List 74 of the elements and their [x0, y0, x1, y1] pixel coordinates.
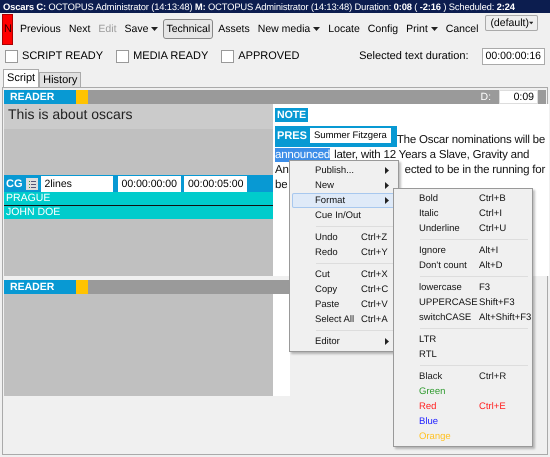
- toolbar-button[interactable]: Previous: [16, 19, 64, 39]
- status-marker: [76, 90, 88, 104]
- menu-item[interactable]: Editor: [292, 334, 396, 349]
- window-title: Oscars C: OCTOPUS Administrator (14:13:48) M: OCTOPUS Administrator (14:13:48) Duration: 0:08 ( -2:16 ) Scheduled: 2:24: [0, 0, 550, 13]
- checkbox[interactable]: [221, 50, 234, 62]
- checkbox-label: APPROVED: [238, 50, 300, 62]
- menu-item[interactable]: New: [292, 178, 396, 193]
- toolbar-button[interactable]: Locate: [325, 19, 363, 39]
- menu-item[interactable]: LTR: [396, 332, 530, 347]
- menu-item[interactable]: Blue: [396, 414, 530, 429]
- section-label: READER: [4, 280, 76, 294]
- cg-label: CG: [6, 178, 22, 190]
- status-badge: N: [2, 14, 13, 44]
- menu-item[interactable]: Publish...: [292, 163, 396, 178]
- toolbar-button[interactable]: Next: [66, 19, 94, 39]
- template-field[interactable]: 2lines: [40, 176, 112, 192]
- list-icon: [26, 178, 38, 190]
- story-text: ected to be in the running for: [404, 163, 546, 177]
- checkbox[interactable]: [116, 50, 130, 62]
- toolbar-button[interactable]: New media: [254, 19, 324, 39]
- menu-item[interactable]: Format: [292, 193, 396, 208]
- script-text: This is about oscars: [4, 104, 273, 129]
- toolbar-button[interactable]: Save: [122, 19, 162, 39]
- menu-item[interactable]: lowercase F3: [396, 280, 530, 295]
- menu-item[interactable]: Cue In/Out: [292, 208, 396, 223]
- menu-item[interactable]: Italic Ctrl+I: [396, 206, 530, 221]
- profile-dropdown[interactable]: (default): [485, 15, 538, 31]
- story-text: An: [275, 163, 289, 177]
- toolbar-button[interactable]: Print: [403, 19, 441, 39]
- menu-item[interactable]: Redo Ctrl+Y: [292, 245, 396, 260]
- duration-field[interactable]: 0:09: [499, 90, 538, 104]
- story-text: be: [275, 178, 288, 192]
- menu-item[interactable]: Underline Ctrl+U: [396, 221, 530, 236]
- menu-item[interactable]: Black Ctrl+R: [396, 369, 530, 384]
- duration-field[interactable]: 00:00:00:16: [482, 48, 545, 64]
- checkbox-label: MEDIA READY: [133, 50, 208, 62]
- toolbar-button[interactable]: Technical: [163, 19, 214, 39]
- menu-item[interactable]: Select All Ctrl+A: [292, 312, 396, 327]
- caret-icon: [151, 27, 158, 31]
- caret-icon: [430, 27, 438, 31]
- submenu-arrow-icon: [385, 182, 389, 189]
- toolbar-button[interactable]: Cancel: [442, 19, 482, 39]
- checkbox[interactable]: [5, 50, 18, 62]
- menu-item[interactable]: Bold Ctrl+B: [396, 191, 530, 206]
- caret-icon: [313, 27, 320, 31]
- story-text: The Oscar nominations will be: [396, 133, 546, 147]
- section-label: READER: [4, 90, 76, 104]
- toolbar-button[interactable]: Config: [364, 19, 402, 39]
- menu-item[interactable]: UPPERCASE Shift+F3: [396, 295, 530, 310]
- pres-label: PRES: [277, 130, 307, 142]
- toolbar-button[interactable]: Assets: [215, 19, 253, 39]
- menu-item[interactable]: RTL: [396, 347, 530, 362]
- tab[interactable]: History: [39, 72, 82, 87]
- submenu-arrow-icon: [385, 338, 389, 345]
- submenu-arrow-icon: [385, 167, 389, 174]
- tab[interactable]: Script: [3, 69, 40, 87]
- checkbox-label: SCRIPT READY: [22, 50, 104, 62]
- menu-item[interactable]: Copy Ctrl+C: [292, 282, 396, 297]
- presenter-field[interactable]: Summer Fitzgera: [310, 128, 391, 143]
- time-out-field[interactable]: 00:00:05:00: [184, 176, 248, 192]
- duration-label: D:: [480, 91, 491, 103]
- note-label: NOTE: [275, 108, 308, 122]
- menu-item[interactable]: Ignore Alt+I: [396, 243, 530, 258]
- status-marker: [76, 280, 88, 294]
- menu-item[interactable]: Undo Ctrl+Z: [292, 230, 396, 245]
- menu-item[interactable]: Paste Ctrl+V: [292, 297, 396, 312]
- menu-item[interactable]: Cut Ctrl+X: [292, 267, 396, 282]
- time-in-field[interactable]: 00:00:00:00: [118, 176, 181, 192]
- menu-item[interactable]: switchCASE Alt+Shift+F3: [396, 310, 530, 325]
- story-text: later, with 12 Years a Slave, Gravity and: [334, 148, 530, 162]
- menu-item[interactable]: Don't count Alt+D: [396, 258, 530, 273]
- caret-icon: [528, 21, 534, 25]
- submenu-arrow-icon: [385, 197, 389, 204]
- duration-label: Selected text duration:: [359, 50, 469, 62]
